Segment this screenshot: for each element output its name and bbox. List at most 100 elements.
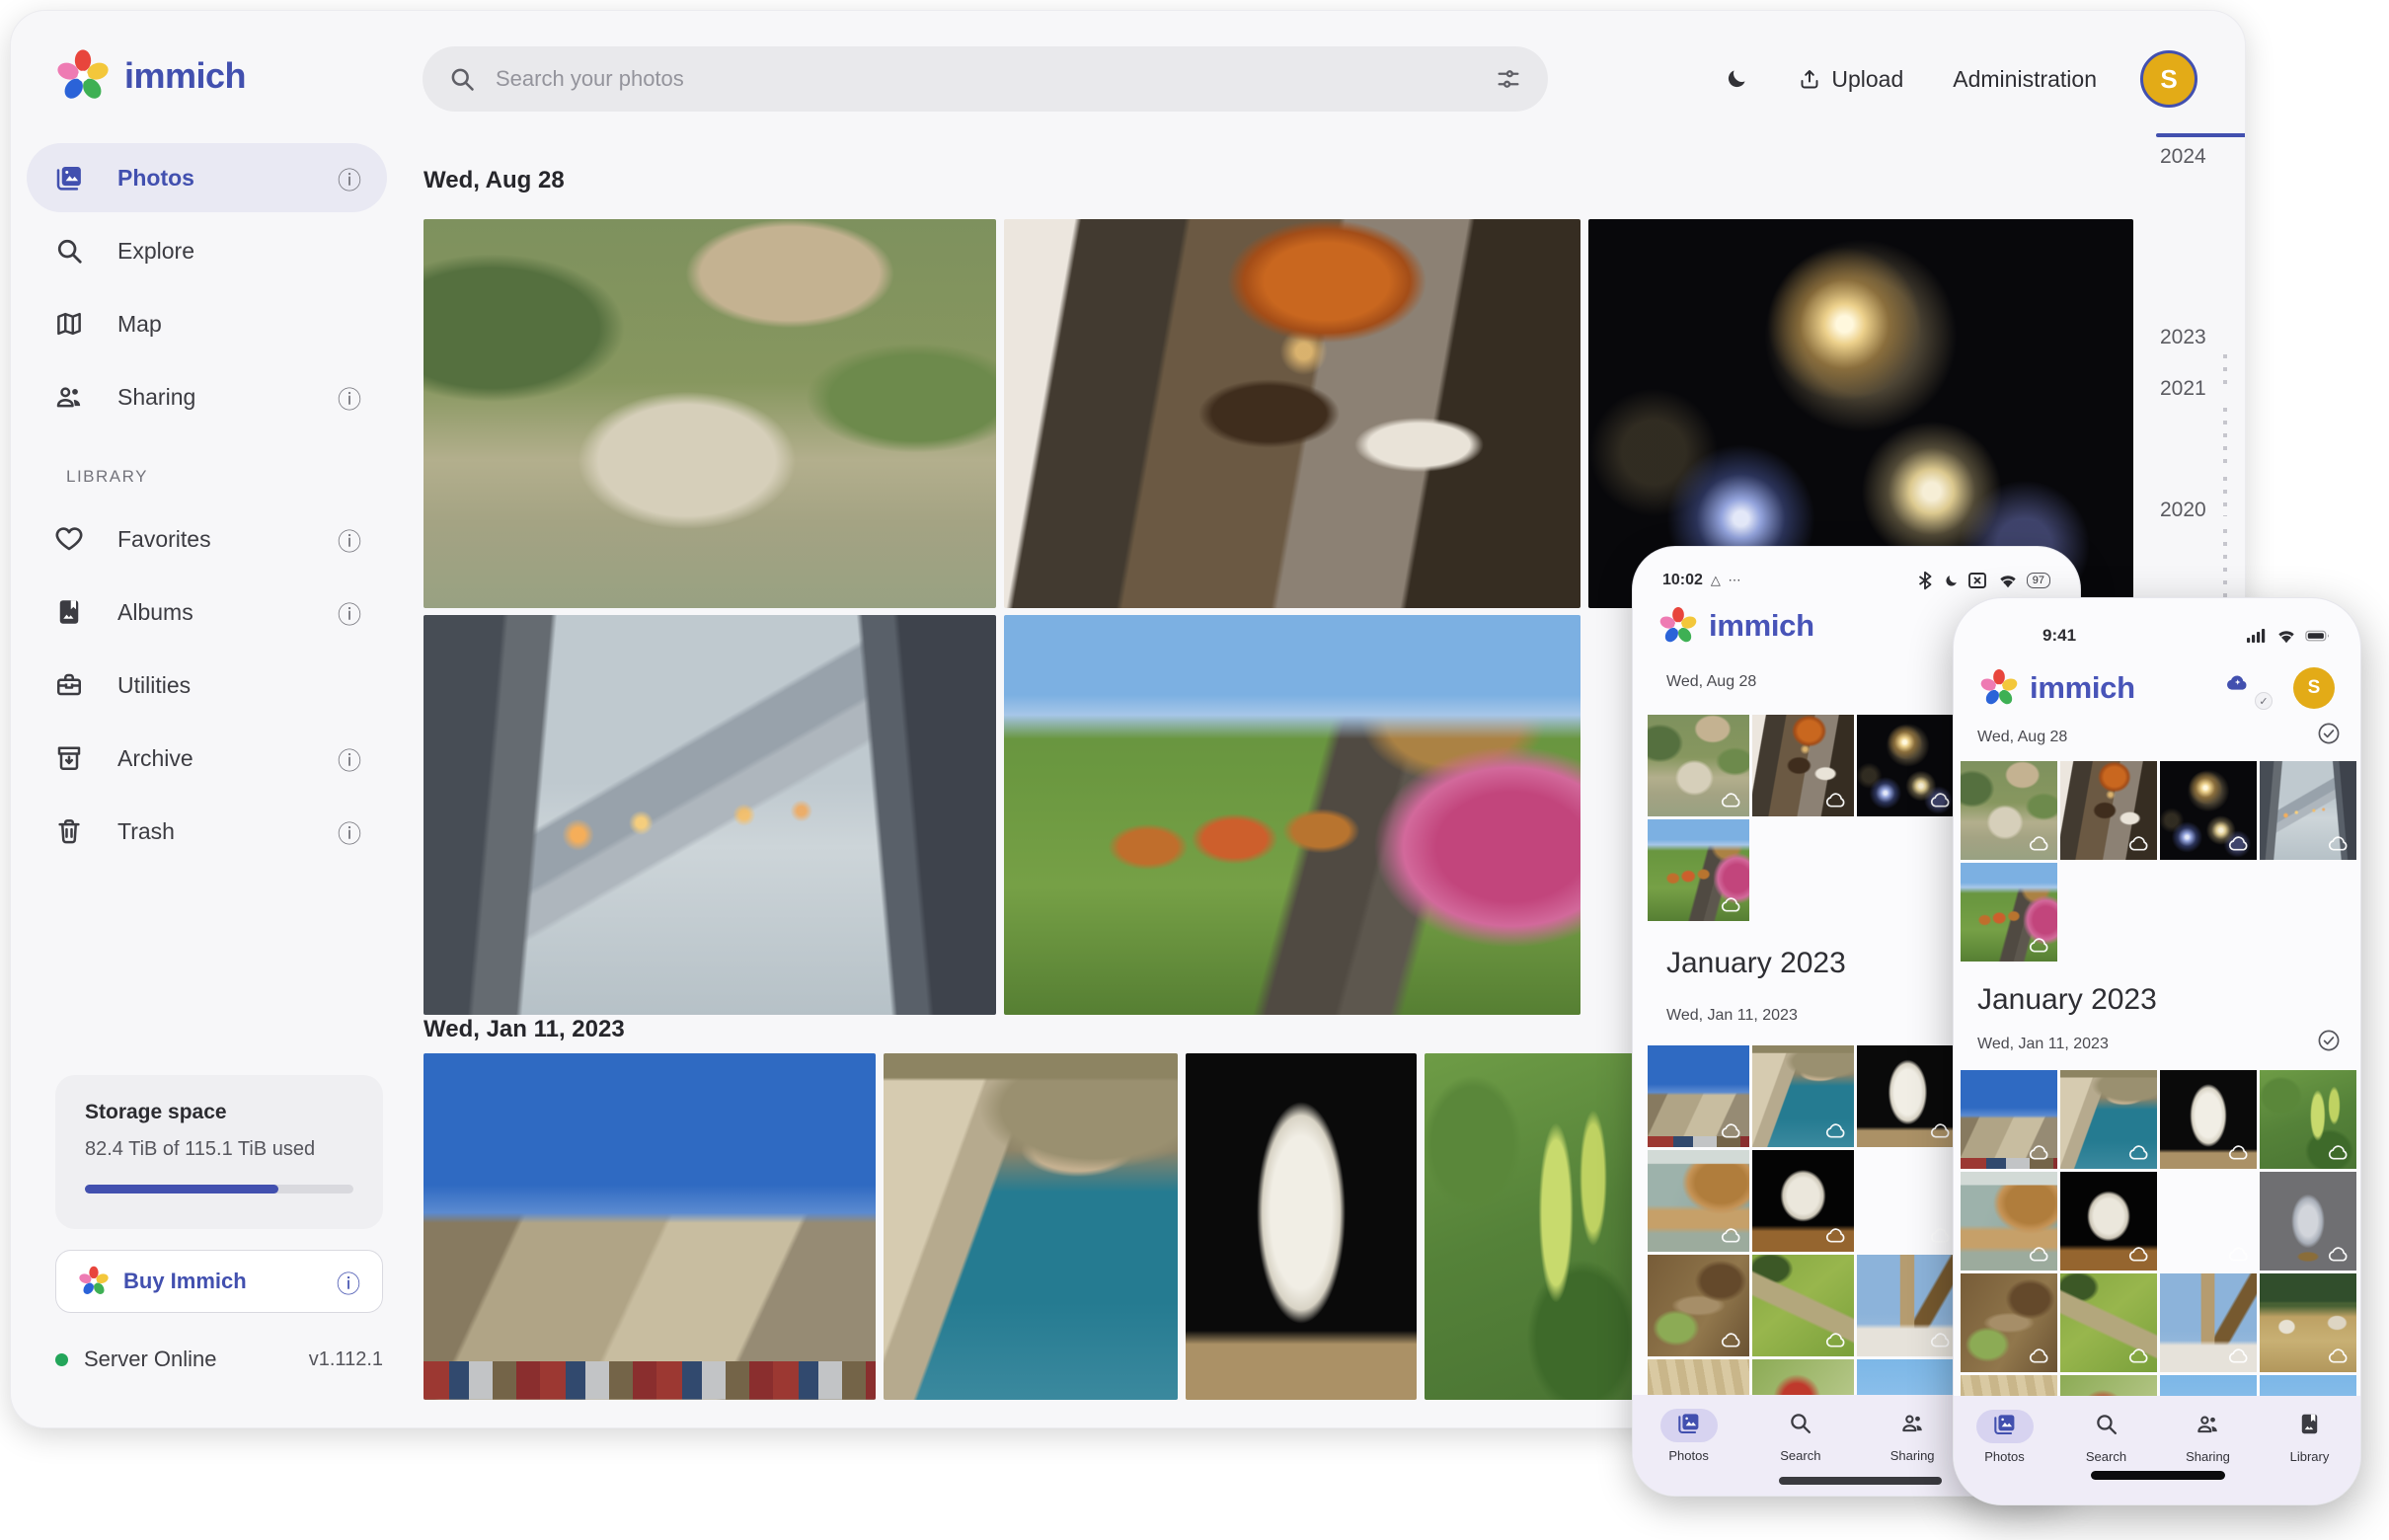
date-group-header: Wed, Jan 11, 2023	[1977, 1036, 2109, 1053]
cloud-backup-icon	[1720, 1328, 1743, 1351]
immich-flower-icon	[1658, 606, 1698, 646]
search-icon	[448, 65, 476, 93]
photo-trophy	[2260, 1172, 2356, 1270]
bottom-navigation: Photos Search Sharing Library	[1954, 1396, 2360, 1504]
photo-park[interactable]	[1004, 615, 1580, 1015]
cloud-backup-icon	[1929, 1118, 1953, 1142]
photo-dinner[interactable]	[1004, 219, 1580, 608]
photo-berries	[2260, 1070, 2356, 1169]
cloud-backup-icon	[1720, 1223, 1743, 1247]
info-icon[interactable]: ⓘ	[338, 161, 361, 195]
android-status-bar: 10:02 △ ⋯ 97	[1633, 569, 2080, 592]
photo-fireworks	[1857, 715, 1959, 816]
timeline-year-2021[interactable]: 2021	[2160, 376, 2239, 401]
cloud-backup-icon	[2227, 1242, 2251, 1266]
photo-castle	[1648, 1045, 1749, 1147]
sync-check-badge: ✓	[2255, 692, 2273, 710]
search-icon	[1788, 1411, 1812, 1440]
battery-icon: 97	[2027, 573, 2050, 588]
photo-monkeys	[1648, 715, 1749, 816]
timeline-year-2023[interactable]: 2023	[2160, 325, 2239, 349]
cloud-backup-icon	[2327, 1140, 2350, 1164]
search-bar[interactable]	[423, 46, 1548, 112]
upload-icon	[1798, 67, 1821, 91]
moon-icon	[1725, 67, 1748, 91]
theme-toggle-button[interactable]	[1725, 67, 1748, 91]
immich-logo-text: immich	[2030, 670, 2135, 706]
select-all-check-icon	[2317, 722, 2341, 745]
timeline-year-2020[interactable]: 2020	[2160, 498, 2239, 522]
cloud-backup-icon	[2127, 1140, 2151, 1164]
immich-logo-text: immich	[124, 55, 246, 97]
photo-castle	[1961, 1070, 2057, 1169]
photo-hands[interactable]	[424, 615, 996, 1015]
photo-ruins	[2160, 1172, 2257, 1270]
filter-sliders-icon[interactable]	[1495, 65, 1522, 93]
cloud-backup-icon	[2127, 1242, 2151, 1266]
photo-food	[2060, 1375, 2157, 1396]
people-icon	[2196, 1412, 2220, 1441]
photo-dinner	[2060, 761, 2157, 860]
photos-icon	[1676, 1411, 1701, 1440]
photo-park	[1961, 863, 2057, 962]
photo-bust[interactable]	[1186, 1053, 1417, 1400]
cloud-backup-icon	[2028, 933, 2051, 957]
photo-coast	[1752, 1045, 1854, 1147]
upload-label: Upload	[1831, 66, 1903, 93]
immich-flower-icon	[55, 48, 111, 104]
photo-dinner	[1752, 715, 1854, 816]
cloud-backup-icon	[2127, 1344, 2151, 1367]
date-group-header: Wed, Jan 11, 2023	[1666, 1007, 1798, 1025]
search-input[interactable]	[494, 65, 1477, 93]
photo-beach	[1961, 1172, 2057, 1270]
timeline-year-2024[interactable]: 2024	[2160, 144, 2239, 169]
gesture-handle	[1779, 1477, 1942, 1485]
wifi-icon	[2274, 624, 2298, 648]
user-avatar: S	[2293, 667, 2335, 709]
photo-berries[interactable]	[1425, 1053, 1644, 1400]
battery-icon	[2305, 630, 2331, 642]
scrubber-ticks	[2223, 477, 2227, 516]
photo-lizard1	[1648, 1255, 1749, 1356]
photo-sand	[1648, 1359, 1749, 1395]
photo-church	[1857, 1255, 1959, 1356]
photo-monkeys[interactable]	[424, 219, 996, 608]
cloud-backup-icon	[1720, 892, 1743, 916]
album-icon	[2297, 1412, 2322, 1441]
immich-flower-icon	[1979, 668, 2019, 708]
photo-food	[1752, 1359, 1854, 1395]
cloud-backup-icon	[2028, 831, 2051, 855]
cellular-signal-icon	[2244, 624, 2268, 648]
photo-coast[interactable]	[884, 1053, 1178, 1400]
photo-coast	[2060, 1070, 2157, 1169]
photo-bust	[2160, 1070, 2257, 1169]
cloud-backup-icon	[2227, 1140, 2251, 1164]
cloud-backup-icon	[1824, 1223, 1848, 1247]
cloud-backup-icon	[2327, 1242, 2350, 1266]
administration-link[interactable]: Administration	[1953, 66, 2097, 93]
cloud-backup-icon	[1929, 1223, 1953, 1247]
cloud-backup-icon	[1929, 1328, 1953, 1351]
photo-monkeys	[1961, 761, 2057, 860]
photo-field	[2260, 1273, 2356, 1372]
photo-castle[interactable]	[424, 1053, 876, 1400]
cloud-backup-icon	[2028, 1140, 2051, 1164]
immich-logo: immich	[55, 48, 246, 104]
top-bar: immich Upload Administration S	[11, 11, 2245, 139]
ios-phone-mockup: 9:41 immich ✓ S Wed, Aug 28 January 2023…	[1953, 597, 2361, 1505]
cloud-backup-icon	[2028, 1344, 2051, 1367]
nav-item-library: Library	[2259, 1410, 2360, 1464]
cloud-backup-icon	[2127, 831, 2151, 855]
photo-lizard1	[1961, 1273, 2057, 1372]
immich-hero-composite: immich Upload Administration S	[0, 0, 2389, 1540]
nav-item-sharing: Sharing	[1857, 1409, 1968, 1463]
photo-bust	[1857, 1045, 1959, 1147]
notification-icons: △ ⋯	[1711, 573, 1743, 588]
upload-button[interactable]: Upload	[1792, 65, 1909, 94]
scrubber-ticks	[2223, 408, 2227, 467]
cloud-backup-icon	[2327, 1344, 2350, 1367]
photo-sculpture	[1752, 1150, 1854, 1252]
date-group-header: Wed, Aug 28	[424, 167, 565, 194]
sidebar-item-photos[interactable]: Photos ⓘ	[27, 143, 387, 212]
photo-beach	[1648, 1150, 1749, 1252]
